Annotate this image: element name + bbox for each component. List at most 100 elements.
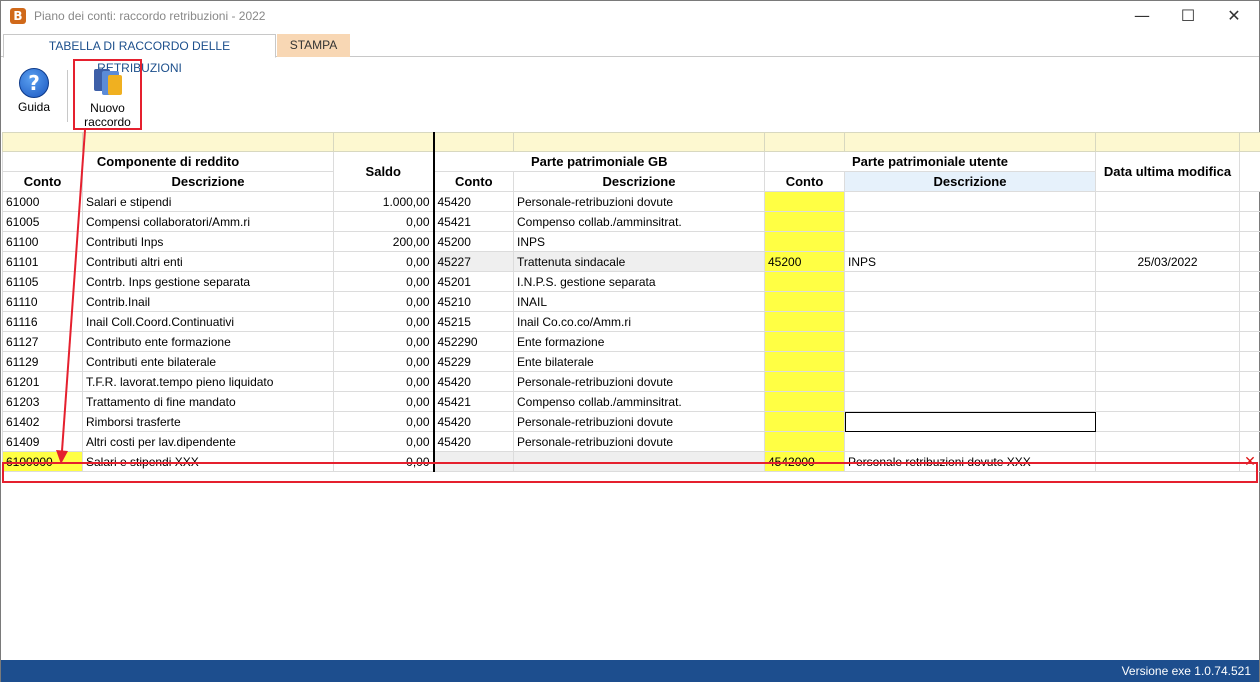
filter-cell[interactable] bbox=[333, 132, 434, 152]
descr-gb-cell: Compenso collab./amminsitrat. bbox=[513, 211, 765, 232]
table-row[interactable]: 61005 Compensi collaboratori/Amm.ri 0,00 45… bbox=[2, 211, 1260, 232]
data-modifica-cell bbox=[1095, 391, 1240, 412]
conto-gb-cell: 45229 bbox=[432, 351, 514, 372]
conto-gb-cell: 45200 bbox=[432, 231, 514, 252]
help-icon: ? bbox=[19, 68, 49, 98]
saldo-cell: 0,00 bbox=[333, 431, 434, 452]
saldo-cell: 0,00 bbox=[333, 251, 434, 272]
guida-button[interactable]: ? Guida bbox=[9, 68, 59, 114]
table-row[interactable]: 61110 Contrib.Inail 0,00 45210 INAIL bbox=[2, 291, 1260, 312]
tab-tabella-raccordo[interactable]: TABELLA DI RACCORDO DELLE RETRIBUZIONI bbox=[3, 34, 276, 75]
row-spacer bbox=[1239, 371, 1260, 392]
descr-utente-cell[interactable] bbox=[844, 311, 1096, 332]
descr-utente-cell[interactable] bbox=[844, 211, 1096, 232]
maximize-button[interactable]: ☐ bbox=[1165, 1, 1211, 31]
header-parte-utente: Parte patrimoniale utente bbox=[764, 151, 1096, 172]
conto-utente-cell[interactable] bbox=[764, 211, 845, 232]
conto-utente-cell[interactable] bbox=[764, 191, 845, 212]
descr-utente-cell[interactable] bbox=[844, 431, 1096, 452]
filter-cell[interactable] bbox=[2, 132, 83, 152]
nuovo-raccordo-button[interactable]: Nuovo raccordo bbox=[73, 59, 142, 130]
saldo-cell: 0,00 bbox=[333, 331, 434, 352]
descrizione-cell: Compensi collaboratori/Amm.ri bbox=[82, 211, 334, 232]
conto-utente-cell[interactable] bbox=[764, 271, 845, 292]
conto-utente-cell[interactable] bbox=[764, 311, 845, 332]
filter-cell[interactable] bbox=[1095, 132, 1240, 152]
descr-utente-cell[interactable] bbox=[844, 351, 1096, 372]
minimize-button[interactable]: — bbox=[1119, 1, 1165, 31]
toolbar-separator bbox=[67, 70, 68, 122]
conto-utente-cell[interactable]: 45200 bbox=[764, 251, 845, 272]
sub-header-row: Conto Descrizione Conto Descrizione Cont… bbox=[2, 171, 1260, 192]
tab-stampa[interactable]: STAMPA bbox=[277, 34, 350, 57]
descr-utente-cell[interactable] bbox=[844, 391, 1096, 412]
descr-utente-cell[interactable] bbox=[844, 231, 1096, 252]
descr-utente-cell[interactable] bbox=[844, 271, 1096, 292]
row-spacer bbox=[1239, 271, 1260, 292]
new-conto-utente-cell[interactable]: 4542000 bbox=[764, 451, 845, 472]
filter-cell[interactable] bbox=[432, 132, 514, 152]
table-row[interactable]: 61129 Contributi ente bilaterale 0,00 45229… bbox=[2, 351, 1260, 372]
header-descrizione-gb: Descrizione bbox=[513, 171, 765, 192]
conto-utente-cell[interactable] bbox=[764, 411, 845, 432]
delete-row-icon[interactable]: ✕ bbox=[1239, 451, 1260, 472]
close-window-button[interactable]: ✕ bbox=[1211, 1, 1257, 31]
new-raccordo-row[interactable]: 6100000 Salari e stipendi XXX 0,00 45420… bbox=[2, 451, 1260, 472]
descr-utente-cell[interactable] bbox=[844, 191, 1096, 212]
table-row[interactable]: 61100 Contributi Inps 200,00 45200 INPS bbox=[2, 231, 1260, 252]
conto-cell: 61402 bbox=[2, 411, 83, 432]
conto-utente-cell[interactable] bbox=[764, 391, 845, 412]
data-modifica-cell bbox=[1095, 331, 1240, 352]
table-row[interactable]: 61402 Rimborsi trasferte 0,00 45420 Personal… bbox=[2, 411, 1260, 432]
conto-cell: 61005 bbox=[2, 211, 83, 232]
row-spacer bbox=[1239, 311, 1260, 332]
descr-gb-cell: Trattenuta sindacale bbox=[513, 251, 765, 272]
descrizione-cell: Contributi Inps bbox=[82, 231, 334, 252]
data-modifica-cell bbox=[1095, 431, 1240, 452]
descrizione-cell: Contrb. Inps gestione separata bbox=[82, 271, 334, 292]
data-modifica-cell bbox=[1095, 191, 1240, 212]
descr-utente-cell[interactable] bbox=[844, 331, 1096, 352]
descr-gb-cell: Personale-retribuzioni dovute bbox=[513, 371, 765, 392]
saldo-cell: 1.000,00 bbox=[333, 191, 434, 212]
new-saldo-cell: 0,00 bbox=[333, 451, 434, 472]
descr-utente-cell[interactable]: INPS bbox=[844, 251, 1096, 272]
conto-cell: 61203 bbox=[2, 391, 83, 412]
conto-utente-cell[interactable] bbox=[764, 331, 845, 352]
descr-utente-cell[interactable] bbox=[844, 291, 1096, 312]
conto-gb-cell: 452290 bbox=[432, 331, 514, 352]
descr-utente-cell[interactable] bbox=[844, 411, 1096, 432]
row-spacer bbox=[1239, 391, 1260, 412]
filter-cell[interactable] bbox=[764, 132, 845, 152]
header-parte-gb: Parte patrimoniale GB bbox=[432, 151, 765, 172]
conto-utente-cell[interactable] bbox=[764, 231, 845, 252]
saldo-cell: 0,00 bbox=[333, 371, 434, 392]
table-row[interactable]: 61127 Contributo ente formazione 0,00 45229… bbox=[2, 331, 1260, 352]
conto-utente-cell[interactable] bbox=[764, 351, 845, 372]
table-row[interactable]: 61105 Contrb. Inps gestione separata 0,00 4… bbox=[2, 271, 1260, 292]
filter-row bbox=[2, 132, 1260, 152]
conto-utente-cell[interactable] bbox=[764, 291, 845, 312]
new-descrizione-cell[interactable]: Salari e stipendi XXX bbox=[82, 451, 334, 472]
saldo-cell: 0,00 bbox=[333, 351, 434, 372]
table-row[interactable]: 61000 Salari e stipendi 1.000,00 45420 Perso… bbox=[2, 191, 1260, 212]
conto-utente-cell[interactable] bbox=[764, 431, 845, 452]
descr-utente-cell[interactable] bbox=[844, 371, 1096, 392]
table-row[interactable]: 61101 Contributi altri enti 0,00 45227 Tratt… bbox=[2, 251, 1260, 272]
filter-cell[interactable] bbox=[513, 132, 765, 152]
new-descr-utente-cell[interactable]: Personale retribuzioni dovute XXX bbox=[844, 451, 1096, 472]
filter-cell[interactable] bbox=[1239, 132, 1260, 152]
row-spacer bbox=[1239, 431, 1260, 452]
status-bar: Versione exe 1.0.74.521 bbox=[1, 660, 1259, 682]
table-row[interactable]: 61203 Trattamento di fine mandato 0,00 4542… bbox=[2, 391, 1260, 412]
filter-cell[interactable] bbox=[844, 132, 1096, 152]
descrizione-cell: Rimborsi trasferte bbox=[82, 411, 334, 432]
descr-gb-cell: Personale-retribuzioni dovute bbox=[513, 411, 765, 432]
conto-utente-cell[interactable] bbox=[764, 371, 845, 392]
filter-cell[interactable] bbox=[82, 132, 334, 152]
table-row[interactable]: 61201 T.F.R. lavorat.tempo pieno liquidat… bbox=[2, 371, 1260, 392]
table-row[interactable]: 61409 Altri costi per lav.dipendente 0,00 4… bbox=[2, 431, 1260, 452]
table-row[interactable]: 61116 Inail Coll.Coord.Continuativi 0,00 45… bbox=[2, 311, 1260, 332]
new-conto-cell[interactable]: 6100000 bbox=[2, 451, 83, 472]
conto-gb-cell: 45215 bbox=[432, 311, 514, 332]
